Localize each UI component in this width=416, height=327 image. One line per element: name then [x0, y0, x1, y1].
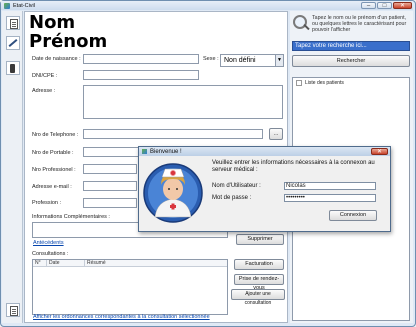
title-bar[interactable]: Etat-Civil – □ ✕ [1, 1, 413, 10]
username-input[interactable]: Nicolas [284, 182, 376, 190]
search-button[interactable]: Rechercher [292, 55, 410, 67]
nurse-icon [143, 163, 203, 223]
tool-bottom[interactable] [6, 303, 20, 317]
add-consultation-button[interactable]: Ajouter une consultation [231, 289, 285, 306]
tool-new-document[interactable] [6, 16, 20, 30]
sex-label: Sexe : [203, 56, 219, 62]
tool-stand[interactable] [6, 61, 20, 75]
list-icon [296, 80, 302, 86]
mobile-label: Nro de Portable : [32, 150, 74, 156]
search-help-text: Tapez le nom ou le prénom d'un patient, … [312, 15, 407, 34]
left-toolbar [2, 11, 23, 323]
window-title: Etat-Civil [13, 3, 36, 9]
email-label: Adresse e-mail : [32, 184, 72, 190]
address-field[interactable] [83, 85, 283, 119]
email-field[interactable] [83, 181, 137, 191]
dialog-message: Veuillez entrer les informations nécessa… [212, 160, 375, 173]
birth-date-field[interactable] [83, 54, 199, 64]
password-label: Mot de passe : [212, 195, 252, 201]
patient-last-name: Nom [29, 12, 76, 33]
phone-field[interactable] [83, 129, 263, 139]
search-icon [293, 15, 310, 31]
dni-field[interactable] [83, 70, 199, 80]
patient-first-name: Prénom [29, 31, 108, 52]
pro-phone-field[interactable] [83, 164, 137, 174]
column-header-number[interactable]: N° [33, 260, 47, 267]
delete-button[interactable]: Supprimer [236, 234, 284, 245]
column-header-summary[interactable]: Résumé [85, 260, 227, 267]
patient-list-title: Liste des patients [305, 80, 344, 86]
close-button[interactable]: ✕ [393, 2, 412, 9]
pro-phone-label: Nro Professionel : [32, 167, 76, 173]
sex-select[interactable]: Non défini ▼ [220, 54, 284, 67]
app-icon [4, 3, 10, 9]
consultations-title: Consultations : [32, 251, 69, 257]
document-icon [10, 19, 18, 29]
profession-label: Profession : [32, 200, 62, 206]
maximize-button[interactable]: □ [377, 2, 392, 9]
info-label: Informations Complémentaires : [32, 214, 110, 220]
antecedents-link[interactable]: Antécédents [33, 240, 64, 246]
dialog-title: Bienvenue ! [150, 148, 182, 155]
show-prescriptions-link[interactable]: Afficher les ordonnances correspondantes… [33, 314, 210, 320]
dialog-app-icon [142, 149, 147, 154]
magnifier-handle [303, 23, 310, 31]
stand-icon [10, 64, 15, 73]
pen-icon [8, 39, 18, 47]
sex-value: Non défini [224, 57, 256, 64]
tool-edit[interactable] [6, 36, 20, 50]
search-input[interactable]: Tapez votre recherche ici... [292, 41, 410, 51]
password-input[interactable]: ••••••••• [284, 194, 376, 202]
dialog-body: Veuillez entrer les informations nécessa… [139, 156, 390, 231]
billing-button[interactable]: Facturation [234, 259, 284, 270]
dialog-close-button[interactable]: ✕ [371, 148, 388, 155]
username-label: Nom d'Utilisateur : [212, 183, 261, 189]
address-label: Adresse : [32, 88, 56, 94]
minimize-button[interactable]: – [361, 2, 376, 9]
dialog-title-bar[interactable]: Bienvenue ! ✕ [139, 147, 390, 156]
login-dialog: Bienvenue ! ✕ Veuillez entrer les inform… [138, 146, 391, 232]
birth-date-label: Date de naissance : [32, 56, 81, 62]
connect-button[interactable]: Connexion [329, 210, 377, 221]
profession-field[interactable] [83, 198, 137, 208]
column-header-date[interactable]: Date [47, 260, 85, 267]
dni-label: DNI/CPE : [32, 73, 58, 79]
email-button[interactable]: ... [269, 128, 283, 140]
appointment-button[interactable]: Prise de rendez-vous [234, 274, 284, 291]
chevron-down-icon[interactable]: ▼ [275, 55, 283, 66]
phone-label: Nro de Telephone : [32, 132, 79, 138]
document-icon [10, 306, 18, 316]
consultations-table[interactable]: N° Date Résumé [32, 259, 228, 315]
